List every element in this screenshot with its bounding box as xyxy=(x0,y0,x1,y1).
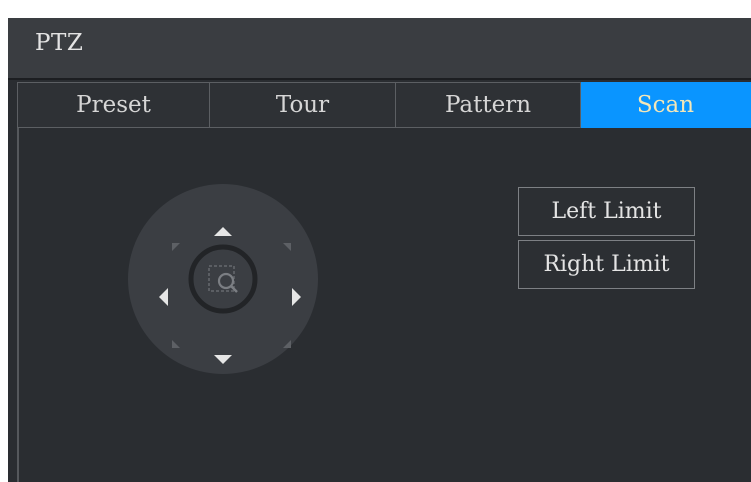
ptz-direction-wheel xyxy=(128,184,318,374)
title-bar: PTZ xyxy=(8,18,751,80)
zoom-center-button[interactable] xyxy=(185,241,261,317)
arrow-up-left-icon xyxy=(172,243,180,251)
pan-right-button[interactable] xyxy=(291,288,303,306)
ptz-dialog: PTZ Preset Tour Pattern Scan Left Limit … xyxy=(8,18,751,482)
left-limit-button[interactable]: Left Limit xyxy=(518,187,695,236)
tab-bar: Preset Tour Pattern Scan xyxy=(17,82,751,128)
pan-down-button[interactable] xyxy=(214,354,232,366)
zoom-search-icon xyxy=(188,244,258,314)
pan-up-left-button[interactable] xyxy=(172,243,181,252)
arrow-up-right-icon xyxy=(283,243,291,251)
arrow-right-icon xyxy=(292,288,301,306)
tab-pattern[interactable]: Pattern xyxy=(396,82,581,128)
pan-down-right-button[interactable] xyxy=(282,339,291,348)
scan-panel xyxy=(17,128,751,482)
pan-left-button[interactable] xyxy=(157,288,169,306)
tab-scan[interactable]: Scan xyxy=(581,82,751,128)
pan-up-right-button[interactable] xyxy=(282,243,291,252)
arrow-down-left-icon xyxy=(172,340,180,348)
tab-tour[interactable]: Tour xyxy=(210,82,396,128)
arrow-left-icon xyxy=(159,288,168,306)
arrow-down-icon xyxy=(214,355,232,364)
right-limit-button[interactable]: Right Limit xyxy=(518,240,695,289)
tab-preset[interactable]: Preset xyxy=(17,82,210,128)
pan-up-button[interactable] xyxy=(214,225,232,237)
dialog-title: PTZ xyxy=(35,30,84,56)
arrow-down-right-icon xyxy=(283,340,291,348)
arrow-up-icon xyxy=(214,227,232,236)
pan-down-left-button[interactable] xyxy=(172,339,181,348)
